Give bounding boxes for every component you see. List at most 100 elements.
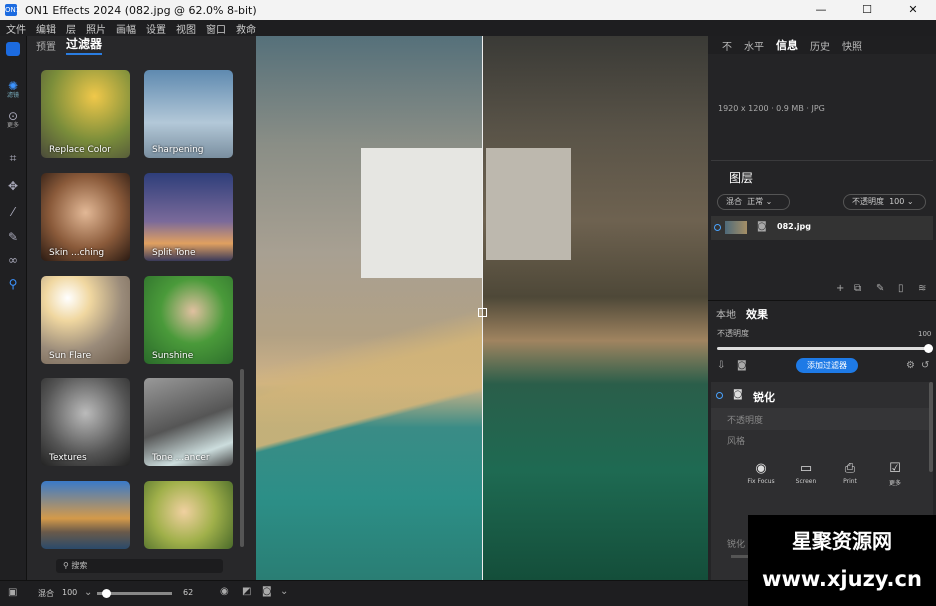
- filter-tile-tone-enhancer[interactable]: Tone ...ancer: [144, 378, 233, 466]
- app-icon: ON1: [5, 4, 21, 16]
- filter-enable-radio[interactable]: [716, 392, 723, 399]
- gear-icon[interactable]: ⚙: [906, 360, 915, 371]
- menu-mask[interactable]: 画幅: [116, 21, 136, 36]
- duplicate-layer-icon[interactable]: ⧉: [854, 283, 861, 294]
- layer-visibility-radio[interactable]: [714, 224, 721, 231]
- filter-search-input[interactable]: ⚲ 搜索: [56, 559, 223, 573]
- effects-opacity-thumb[interactable]: [924, 344, 933, 353]
- delete-layer-icon[interactable]: ▯: [898, 283, 904, 294]
- chevron-down-icon: ⌄: [765, 197, 773, 206]
- split-handle[interactable]: [478, 308, 487, 317]
- mask-view-icon[interactable]: ◙: [262, 586, 272, 597]
- maximize-button[interactable]: ☐: [844, 0, 890, 20]
- preset-screen[interactable]: ▭ Screen: [791, 461, 821, 485]
- image-viewer[interactable]: [256, 36, 708, 580]
- menu-file[interactable]: 文件: [6, 21, 26, 36]
- menu-bar: 文件 编辑 层 照片 画幅 设置 视图 窗口 救命: [0, 20, 936, 36]
- chevron-down-icon[interactable]: ⌄: [280, 586, 288, 597]
- tab-local[interactable]: 本地: [716, 306, 736, 322]
- hotel-building-before: [361, 148, 483, 278]
- brush-tool-icon[interactable]: ✎: [5, 229, 21, 245]
- filter-tile-sunshine[interactable]: Sunshine: [144, 276, 233, 364]
- monitor-icon: ▭: [799, 461, 813, 476]
- on1-logo-icon[interactable]: [6, 42, 20, 56]
- watermark-url: www.xjuzy.cn: [762, 567, 922, 591]
- effects-opacity-slider[interactable]: [717, 347, 929, 350]
- mask-icon[interactable]: ◙: [737, 360, 747, 371]
- brush-opacity-value[interactable]: 100: [62, 588, 77, 597]
- tab-info[interactable]: 信息: [776, 37, 798, 53]
- filters-tool-icon[interactable]: ✺ 滤镜: [5, 78, 21, 99]
- tab-snapshots[interactable]: 快照: [842, 38, 862, 53]
- menu-help[interactable]: 救命: [236, 21, 256, 36]
- filters-tool-label: 滤镜: [6, 92, 19, 99]
- panel-toggle-icon[interactable]: ▣: [8, 587, 17, 598]
- menu-view[interactable]: 视图: [176, 21, 196, 36]
- brush-blend-label: 混合: [38, 589, 54, 598]
- filter-tile-skin-retouching[interactable]: Skin ...ching: [41, 173, 130, 261]
- filter-tile-split-tone[interactable]: Split Tone: [144, 173, 233, 261]
- filters-scrollbar[interactable]: [240, 369, 244, 547]
- filter-tile-landscape[interactable]: [41, 481, 130, 549]
- preset-more[interactable]: ☑ 更多: [880, 461, 910, 487]
- divider: [708, 300, 936, 301]
- reset-icon[interactable]: ↺: [921, 360, 929, 371]
- tab-presets[interactable]: 预置: [36, 38, 56, 53]
- layer-thumbnail: [725, 221, 747, 234]
- close-button[interactable]: ✕: [890, 0, 936, 20]
- add-layer-icon[interactable]: +: [836, 283, 844, 294]
- sharpen-label: 锐化: [727, 540, 746, 550]
- title-bar: ON1 ON1 Effects 2024 (082.jpg @ 62.0% 8-…: [0, 0, 936, 20]
- add-filter-button[interactable]: 添加过滤器: [796, 358, 858, 373]
- mask-icon: ◙: [757, 221, 767, 232]
- layers-stack-icon[interactable]: ≋: [918, 283, 926, 294]
- watermark-title: 星聚资源网: [792, 529, 892, 553]
- import-icon[interactable]: ⇩: [717, 360, 725, 371]
- filter-tile-sun-flare[interactable]: Sun Flare: [41, 276, 130, 364]
- tab-levels[interactable]: 水平: [744, 38, 764, 53]
- filter-tile-portrait[interactable]: [144, 481, 233, 549]
- adjust-icon[interactable]: ◩: [242, 586, 251, 597]
- layer-opacity-select[interactable]: 不透明度 100 ⌄: [843, 194, 926, 210]
- retouch-tool-icon[interactable]: ∞: [5, 252, 21, 268]
- style-label: 风格: [727, 437, 746, 447]
- filter-opacity-label: 不透明度: [727, 416, 764, 426]
- minimize-button[interactable]: —: [798, 0, 844, 20]
- tab-effects[interactable]: 效果: [746, 306, 768, 322]
- tab-history[interactable]: 历史: [810, 38, 830, 53]
- preset-fix-focus[interactable]: ◉ Fix Focus: [746, 461, 776, 485]
- mask-icon[interactable]: ◙: [733, 389, 743, 400]
- chevron-down-icon: ⌄: [906, 197, 914, 206]
- right-panel: 不 水平 信息 历史 快照 1920 x 1200 · 0.9 MB · JPG…: [708, 36, 936, 580]
- filter-title: 锐化: [753, 391, 775, 404]
- filter-scrollbar[interactable]: [929, 382, 933, 472]
- menu-settings[interactable]: 设置: [146, 21, 166, 36]
- menu-window[interactable]: 窗口: [206, 21, 226, 36]
- effects-opacity-value: 100: [918, 330, 932, 338]
- crop-tool-icon[interactable]: ⌗: [5, 150, 21, 166]
- camera-icon: ◉: [755, 461, 767, 476]
- filter-tile-replace-color[interactable]: Replace Color: [41, 70, 130, 158]
- image-info: 1920 x 1200 · 0.9 MB · JPG: [718, 104, 825, 113]
- tab-navigator[interactable]: 不: [722, 38, 732, 53]
- more-tool-icon[interactable]: ⊙ 更多: [5, 108, 21, 129]
- zoom-slider-thumb[interactable]: [102, 589, 111, 598]
- zoom-tool-icon[interactable]: ⚲: [5, 276, 21, 292]
- chevron-down-icon[interactable]: ⌄: [84, 587, 92, 598]
- menu-photo[interactable]: 照片: [86, 21, 106, 36]
- eye-icon[interactable]: ◉: [220, 586, 229, 597]
- filter-tile-textures[interactable]: Textures: [41, 378, 130, 466]
- brush-layer-icon[interactable]: ✎: [876, 283, 884, 294]
- tool-strip: ✺ 滤镜 ⊙ 更多 ⌗ ✥ ⁄ ✎ ∞ ⚲: [0, 36, 27, 580]
- tab-filters[interactable]: 过滤器: [66, 35, 103, 55]
- filters-panel: 预置 过滤器 Replace Color Sharpening Skin ...…: [27, 36, 256, 580]
- menu-edit[interactable]: 编辑: [36, 21, 56, 36]
- preset-print[interactable]: ⎙ Print: [835, 461, 865, 485]
- move-tool-icon[interactable]: ✥: [5, 178, 21, 194]
- after-image: [483, 36, 708, 580]
- wand-tool-icon[interactable]: ⁄: [5, 204, 21, 220]
- blend-mode-select[interactable]: 混合 正常 ⌄: [717, 194, 790, 210]
- menu-layer[interactable]: 层: [66, 21, 76, 36]
- layer-row[interactable]: ◙ 082.jpg: [711, 216, 933, 240]
- filter-tile-sharpening[interactable]: Sharpening: [144, 70, 233, 158]
